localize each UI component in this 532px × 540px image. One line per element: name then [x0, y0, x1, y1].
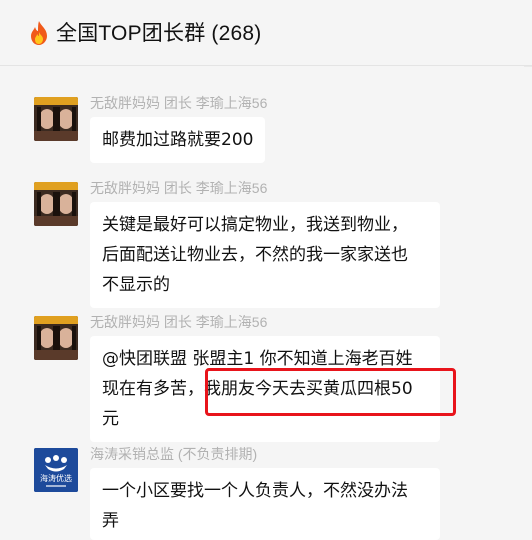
message-list[interactable]: 无敌胖妈妈 团长 李瑜上海56 邮费加过路就要200 无敌胖妈妈 团长 李瑜上海… [0, 67, 532, 540]
message-text: 元 [102, 409, 119, 429]
user-avatar[interactable] [34, 97, 78, 141]
message-bubble[interactable]: 邮费加过路就要200 [90, 117, 265, 163]
girl-photo-avatar [34, 316, 78, 360]
message-text: 现在有多苦，我朋友今天去买黄瓜四根50 [102, 379, 413, 399]
user-avatar[interactable] [34, 182, 78, 226]
girl-photo-avatar [34, 97, 78, 141]
sender-name: 海涛采销总监 (不负责排期) [90, 446, 258, 462]
message-text: 不显示的 [102, 275, 170, 295]
message-bubble[interactable]: 关键是最好可以搞定物业，我送到物业， 后面配送让物业去，不然的我一家家送也 不显… [90, 202, 440, 308]
girl-photo-avatar [34, 182, 78, 226]
message-text: 邮费加过路就要200 [102, 130, 254, 150]
user-avatar[interactable]: 海涛优选 [34, 448, 78, 492]
sender-name: 无敌胖妈妈 团长 李瑜上海56 [90, 314, 268, 330]
message-bubble[interactable]: 一个小区要找一个人负责人，不然没办法 弄 [90, 468, 440, 540]
message-text: 后面配送让物业去，不然的我一家家送也 [102, 245, 408, 265]
fire-icon [31, 21, 47, 45]
sender-name: 无敌胖妈妈 团长 李瑜上海56 [90, 180, 268, 196]
message-bubble[interactable]: @快团联盟 张盟主1 你不知道上海老百姓 现在有多苦，我朋友今天去买黄瓜四根50… [90, 336, 440, 442]
haitao-logo-avatar: 海涛优选 [34, 448, 78, 492]
message-text: @快团联盟 张盟主1 你不知道上海老百姓 [102, 349, 413, 369]
sender-name: 无敌胖妈妈 团长 李瑜上海56 [90, 95, 268, 111]
message-text: 关键是最好可以搞定物业，我送到物业， [102, 215, 408, 235]
message-text: 弄 [102, 511, 119, 531]
message-text: 一个小区要找一个人负责人，不然没办法 [102, 481, 408, 501]
logo-text: 海涛优选 [40, 473, 72, 483]
chat-title: 全国TOP团长群 (268) [56, 22, 262, 45]
user-avatar[interactable] [34, 316, 78, 360]
chat-header: 全国TOP团长群 (268) [0, 0, 532, 66]
